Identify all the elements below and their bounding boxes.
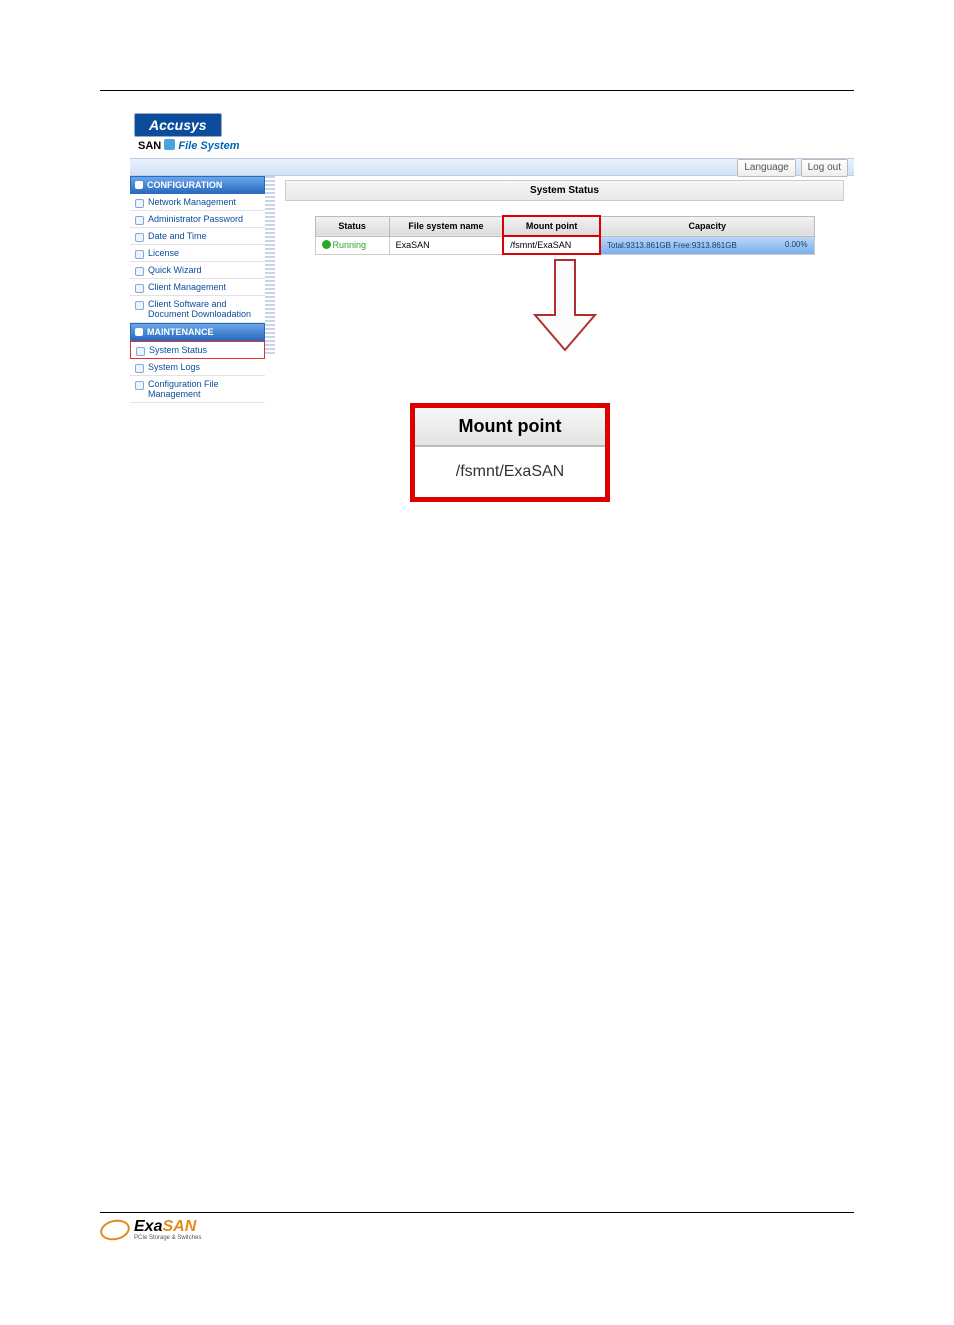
language-button[interactable]: Language: [737, 159, 796, 177]
cell-mount-point: /fsmnt/ExaSAN: [503, 236, 600, 254]
ring-icon: [98, 1217, 132, 1243]
col-capacity: Capacity: [600, 216, 814, 236]
col-mount-point: Mount point: [503, 216, 600, 236]
sidebar-section-configuration: CONFIGURATION: [130, 176, 265, 194]
arrow-down-icon: [520, 255, 610, 355]
cell-capacity: Total:9313.861GB Free:9313.861GB 0.00%: [600, 236, 814, 254]
cell-status: Running: [315, 236, 389, 254]
top-toolbar: Language Log out: [130, 158, 854, 176]
sidebar-item-license[interactable]: License: [130, 245, 265, 262]
col-status: Status: [315, 216, 389, 236]
running-icon: [322, 240, 331, 249]
sidebar-item-system-status[interactable]: System Status: [130, 341, 265, 359]
brand-tagline: SAN File System: [134, 137, 850, 156]
capacity-percent: 0.00%: [785, 240, 808, 249]
system-status-table: Status File system name Mount point Capa…: [315, 215, 815, 255]
sidebar-item-system-logs[interactable]: System Logs: [130, 359, 265, 376]
status-label: Running: [333, 240, 367, 250]
sidebar-item-configuration-file-management[interactable]: Configuration File Management: [130, 376, 265, 403]
callout-header: Mount point: [415, 408, 605, 447]
main-panel: System Status Status File system name Mo…: [275, 176, 854, 365]
panel-title: System Status: [285, 180, 844, 201]
disk-icon: [164, 139, 175, 150]
callout-value: /fsmnt/ExaSAN: [415, 447, 605, 497]
table-row: Running ExaSAN /fsmnt/ExaSAN Total:9313.…: [315, 236, 814, 254]
sidebar-item-client-management[interactable]: Client Management: [130, 279, 265, 296]
cell-file-system-name: ExaSAN: [389, 236, 503, 254]
brand-logo: Accusys: [134, 113, 222, 137]
page-footer: ExaSAN PCIe Storage & Switches: [100, 1212, 854, 1245]
sidebar-resize-handle[interactable]: [265, 176, 275, 356]
sidebar-item-date-and-time[interactable]: Date and Time: [130, 228, 265, 245]
sidebar-section-maintenance: MAINTENANCE: [130, 323, 265, 341]
sidebar-item-network-management[interactable]: Network Management: [130, 194, 265, 211]
logout-button[interactable]: Log out: [801, 159, 848, 177]
sidebar-item-administrator-password[interactable]: Administrator Password: [130, 211, 265, 228]
sidebar: CONFIGURATION Network Management Adminis…: [130, 176, 265, 403]
capacity-text: Total:9313.861GB Free:9313.861GB: [607, 241, 737, 250]
brand-header: Accusys SAN File System: [130, 111, 854, 158]
exasan-logo: ExaSAN PCIe Storage & Switches: [100, 1219, 201, 1241]
col-file-system-name: File system name: [389, 216, 503, 236]
sidebar-item-quick-wizard[interactable]: Quick Wizard: [130, 262, 265, 279]
mount-point-callout: Mount point /fsmnt/ExaSAN: [410, 403, 610, 502]
sidebar-item-client-software-download[interactable]: Client Software and Document Downloadati…: [130, 296, 265, 323]
